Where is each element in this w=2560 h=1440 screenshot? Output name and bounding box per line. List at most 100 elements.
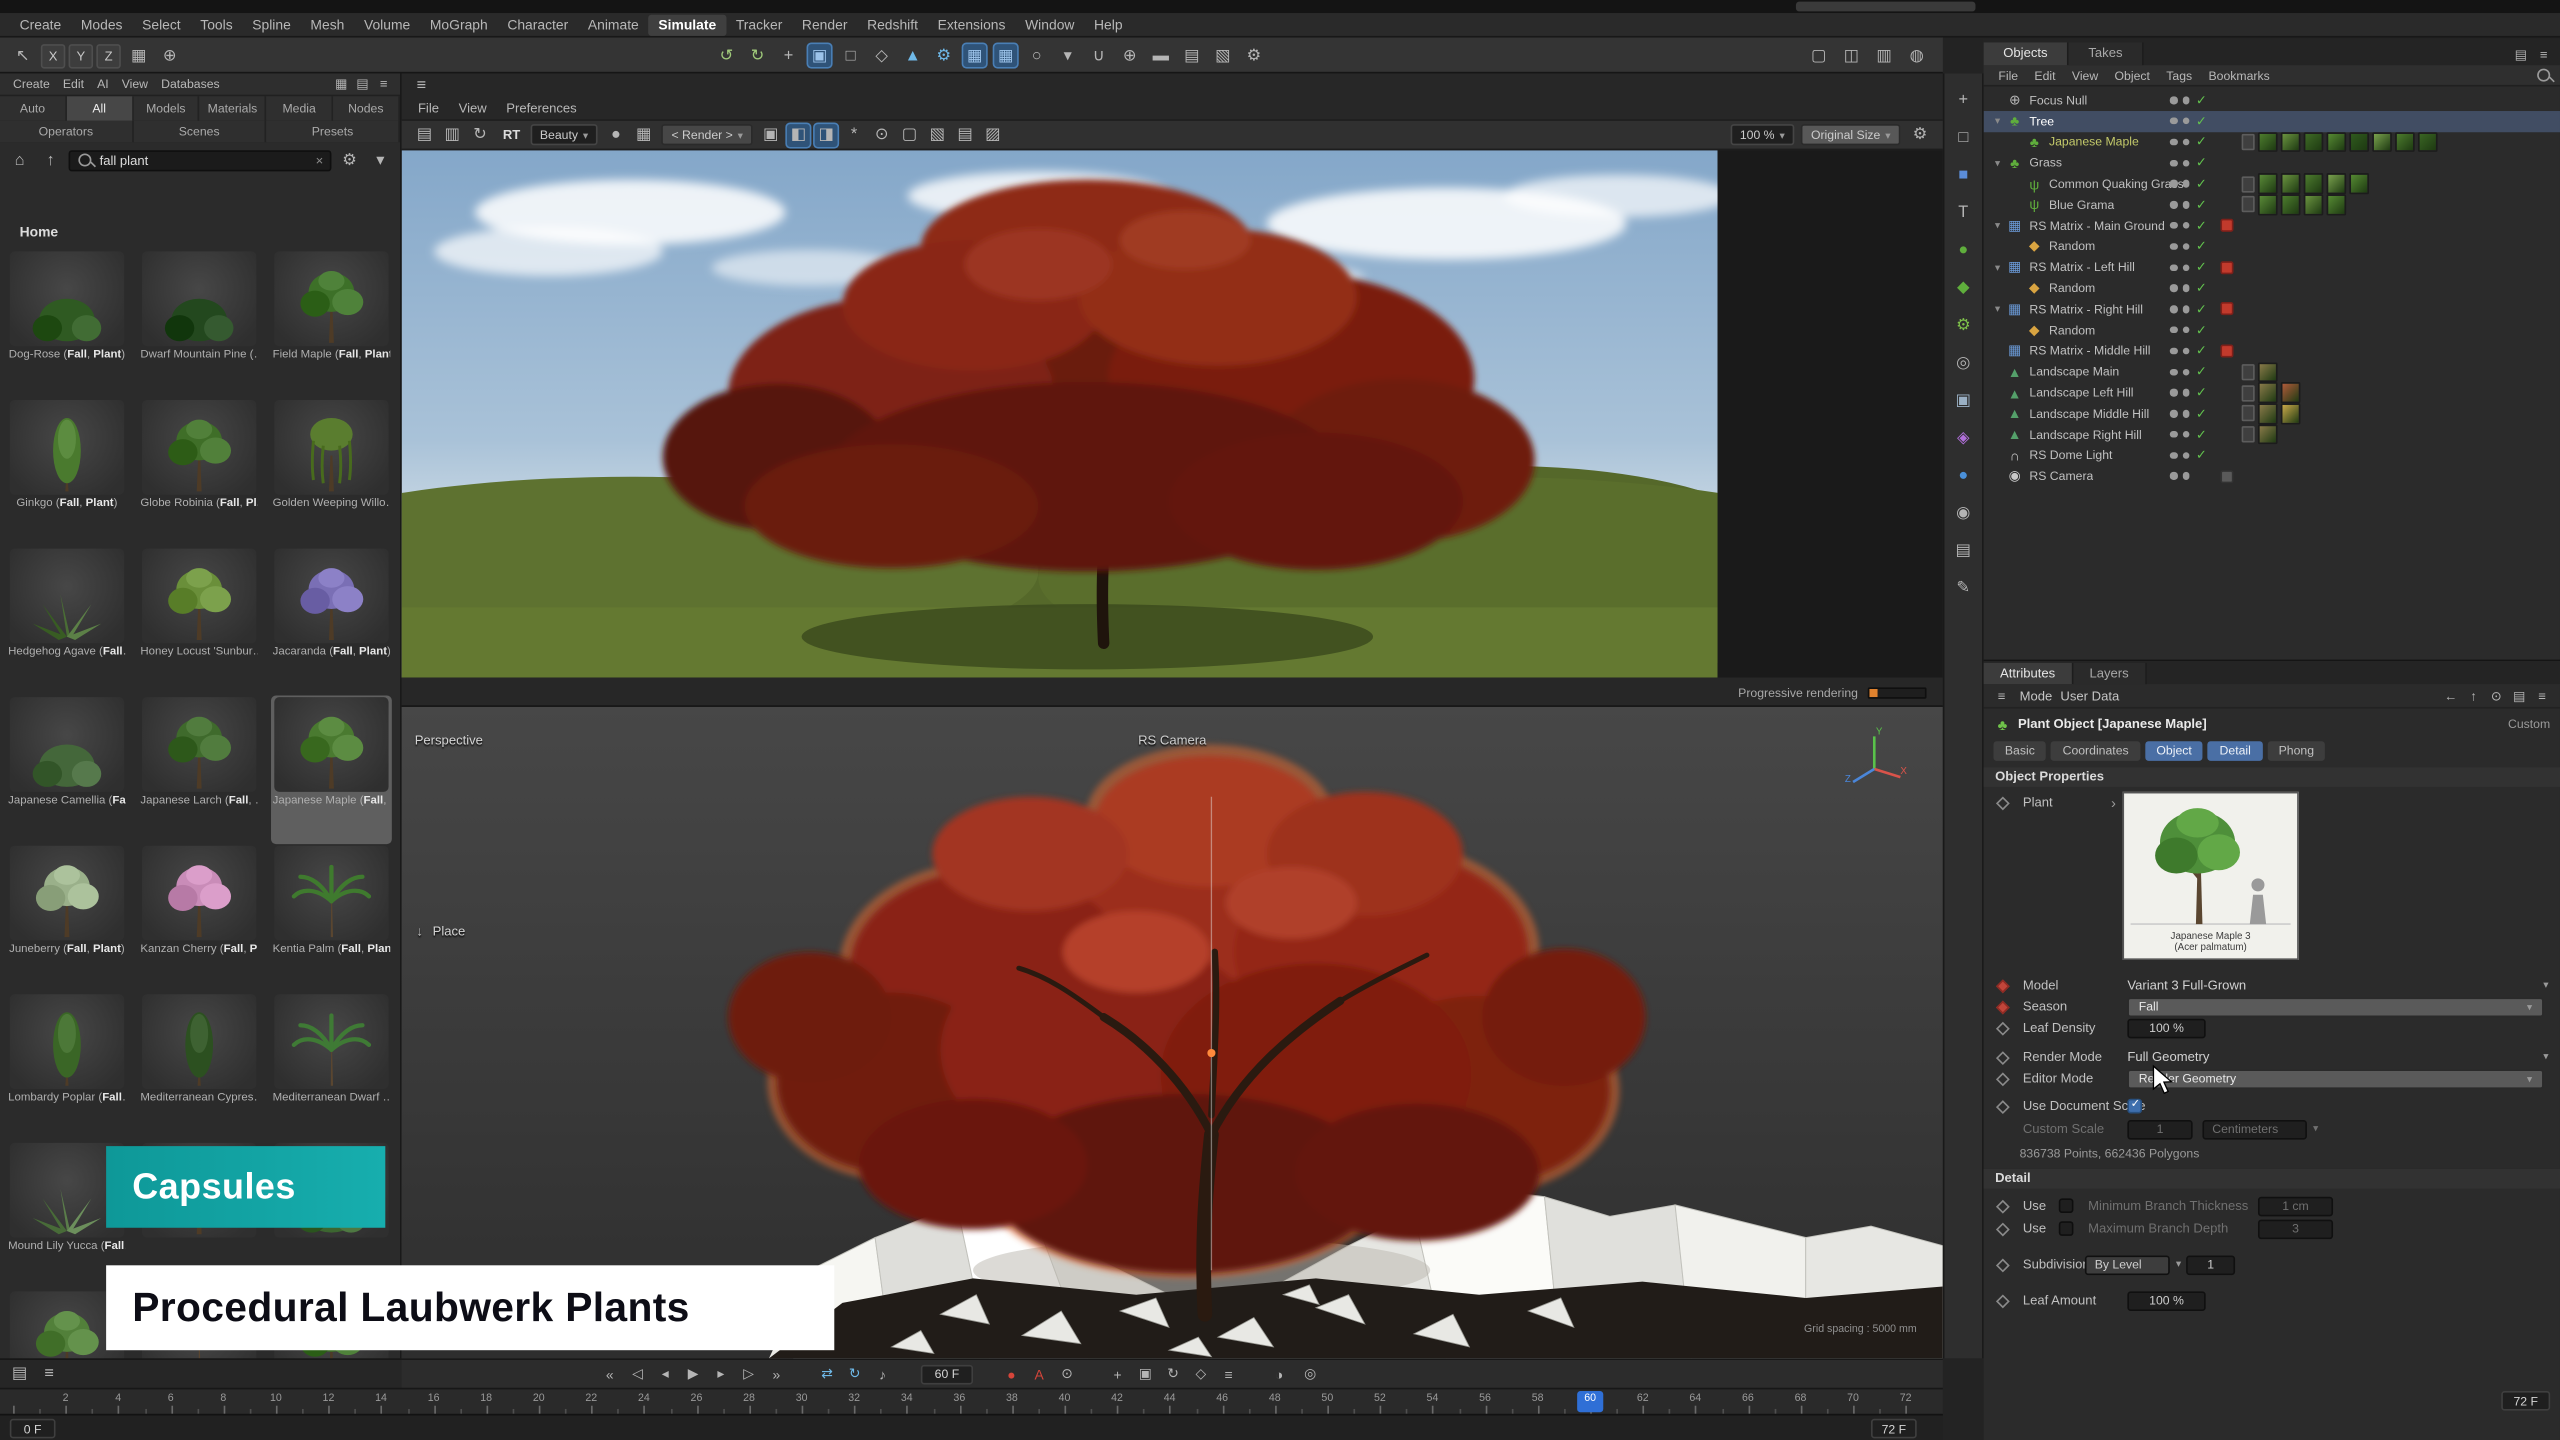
- season-dropdown[interactable]: Fall ▾: [2127, 997, 2543, 1017]
- texture-tag-icon[interactable]: [2242, 385, 2255, 401]
- attr-section-tab-phong[interactable]: Phong: [2267, 741, 2325, 761]
- editor-visibility-dot[interactable]: [2170, 326, 2177, 333]
- material-chip[interactable]: [2257, 132, 2277, 152]
- keyframe-marker[interactable]: [1997, 1050, 2010, 1063]
- material-chip[interactable]: [2280, 383, 2300, 403]
- enabled-check-icon[interactable]: ✓: [2196, 156, 2207, 171]
- om-menu-object[interactable]: Object: [2106, 64, 2158, 85]
- tag-icon[interactable]: ◎: [1949, 349, 1977, 375]
- grid-view-icon[interactable]: ▦: [331, 74, 351, 94]
- render-visibility-dot[interactable]: [2182, 305, 2189, 312]
- zoom-dropdown[interactable]: 100 % ▾: [1730, 124, 1795, 145]
- leaf-density-field[interactable]: 100 %: [2127, 1018, 2205, 1038]
- loop-mode-button[interactable]: ⇄: [815, 1362, 839, 1385]
- render-visibility-dot[interactable]: [2182, 368, 2189, 375]
- pen-tool-icon[interactable]: ✎: [1949, 575, 1977, 601]
- object-row-landscape-left-hill[interactable]: ▲Landscape Left Hill✓: [1984, 382, 2560, 403]
- asset-item-lombardy-poplar-fall[interactable]: Lombardy Poplar (Fall…: [7, 993, 128, 1142]
- render-select-dropdown[interactable]: < Render > ▾: [662, 124, 753, 145]
- keyframe-marker[interactable]: [1997, 1099, 2010, 1112]
- texture-tag-icon[interactable]: [2242, 405, 2255, 421]
- leaf-amount-field[interactable]: 100 %: [2127, 1291, 2205, 1311]
- object-row-random[interactable]: ◆Random✓: [1984, 278, 2560, 299]
- camera-name-label[interactable]: RS Camera: [402, 733, 1943, 748]
- attr-menu-icon[interactable]: ≡: [2532, 687, 2552, 707]
- render-visibility-dot[interactable]: [2182, 347, 2189, 354]
- keyframe-marker[interactable]: [1997, 1222, 2010, 1235]
- render-settings-icon[interactable]: ⚙: [1241, 42, 1267, 68]
- menu-extensions[interactable]: Extensions: [928, 14, 1015, 35]
- render-visibility-dot[interactable]: [2182, 410, 2189, 417]
- visibility-dots[interactable]: [2170, 431, 2190, 438]
- object-row-random[interactable]: ◆Random✓: [1984, 236, 2560, 257]
- texture-tag-icon[interactable]: [2242, 364, 2255, 380]
- object-row-rs-camera[interactable]: ◉RS Camera: [1984, 466, 2560, 487]
- min-branch-use-checkbox[interactable]: [2059, 1198, 2074, 1213]
- om-menu-file[interactable]: File: [1990, 64, 2026, 85]
- keyframe-marker[interactable]: [1997, 1199, 2010, 1212]
- subdivision-mode-dropdown[interactable]: By Level: [2085, 1255, 2170, 1275]
- editor-visibility-dot[interactable]: [2170, 138, 2177, 145]
- asset-item-japanese-camellia-fal[interactable]: Japanese Camellia (Fal…: [7, 696, 128, 845]
- plant-expander-icon[interactable]: ›: [2111, 795, 2116, 811]
- clear-search-icon[interactable]: ×: [316, 153, 324, 168]
- back-icon[interactable]: ←: [2441, 687, 2461, 707]
- material-chip[interactable]: [2326, 194, 2346, 214]
- enabled-check-icon[interactable]: ✓: [2196, 448, 2207, 463]
- simulation-icon[interactable]: ●: [1949, 237, 1977, 263]
- object-mode-icon[interactable]: □: [838, 42, 864, 68]
- asset-tab-media[interactable]: Media: [267, 96, 334, 120]
- goto-end-button[interactable]: »: [764, 1362, 788, 1385]
- x-axis-toggle[interactable]: X: [41, 43, 65, 67]
- range-end-field[interactable]: 72 F: [1871, 1419, 1917, 1439]
- object-row-rs-matrix-main-ground[interactable]: ▾▦RS Matrix - Main Ground✓: [1984, 215, 2560, 236]
- object-row-rs-matrix-right-hill[interactable]: ▾▦RS Matrix - Right Hill✓: [1984, 299, 2560, 320]
- timeline-layers-icon[interactable]: ▤: [7, 1361, 33, 1387]
- expand-arrow-icon[interactable]: ▾: [1990, 303, 2005, 316]
- expand-arrow-icon[interactable]: ▾: [1990, 219, 2005, 232]
- visibility-dots[interactable]: [2170, 138, 2190, 145]
- material-chip[interactable]: [2417, 132, 2437, 152]
- pv-menu-view[interactable]: View: [449, 97, 497, 118]
- simulate-play-icon[interactable]: ▲: [900, 42, 926, 68]
- visibility-dots[interactable]: [2170, 117, 2190, 124]
- material-chip[interactable]: [2257, 362, 2277, 382]
- menu-character[interactable]: Character: [498, 14, 579, 35]
- render-visibility-dot[interactable]: [2182, 389, 2189, 396]
- asset-menu-create[interactable]: Create: [7, 73, 57, 94]
- max-branch-use-checkbox[interactable]: [2059, 1220, 2074, 1235]
- menu-render[interactable]: Render: [792, 14, 857, 35]
- editor-visibility-dot[interactable]: [2170, 285, 2177, 292]
- layers-icon[interactable]: ▤: [952, 122, 978, 148]
- pv-menu-preferences[interactable]: Preferences: [496, 97, 586, 118]
- visibility-dots[interactable]: [2170, 326, 2190, 333]
- next-frame-button[interactable]: ▸: [709, 1362, 733, 1385]
- material-chip[interactable]: [2257, 424, 2277, 444]
- camera-icon[interactable]: ◉: [1949, 500, 1977, 526]
- move-tool-icon[interactable]: +: [1949, 87, 1977, 113]
- keyframe-marker[interactable]: [1997, 1000, 2010, 1013]
- enabled-check-icon[interactable]: ✓: [2196, 364, 2207, 379]
- asset-tab-auto[interactable]: Auto: [0, 96, 67, 120]
- menu-animate[interactable]: Animate: [578, 14, 649, 35]
- generator-icon[interactable]: ■: [1949, 162, 1977, 188]
- menu-tools[interactable]: Tools: [190, 14, 242, 35]
- coordinate-system-icon[interactable]: ⊕: [157, 42, 183, 68]
- record-position-button[interactable]: +: [1105, 1362, 1129, 1385]
- volume-icon[interactable]: ▣: [1949, 387, 1977, 413]
- expand-arrow-icon[interactable]: ▾: [1990, 261, 2005, 274]
- asset-menu-ai[interactable]: AI: [91, 73, 116, 94]
- menu-tracker[interactable]: Tracker: [726, 14, 792, 35]
- material-chip[interactable]: [2257, 174, 2277, 194]
- visibility-dots[interactable]: [2170, 305, 2190, 312]
- editor-visibility-dot[interactable]: [2170, 180, 2177, 187]
- editor-visibility-dot[interactable]: [2170, 222, 2177, 229]
- object-row-landscape-middle-hill[interactable]: ▲Landscape Middle Hill✓: [1984, 403, 2560, 424]
- pick-color-icon[interactable]: ⊙: [869, 122, 895, 148]
- asset-tab-presets[interactable]: Presets: [267, 121, 400, 142]
- spline-text-icon[interactable]: T: [1949, 199, 1977, 225]
- environment-icon[interactable]: ●: [1949, 462, 1977, 488]
- enabled-check-icon[interactable]: ✓: [2196, 93, 2207, 108]
- keyframe-selection-button[interactable]: ⊙: [1055, 1362, 1079, 1385]
- panel-menu-icon[interactable]: ≡: [2534, 44, 2554, 64]
